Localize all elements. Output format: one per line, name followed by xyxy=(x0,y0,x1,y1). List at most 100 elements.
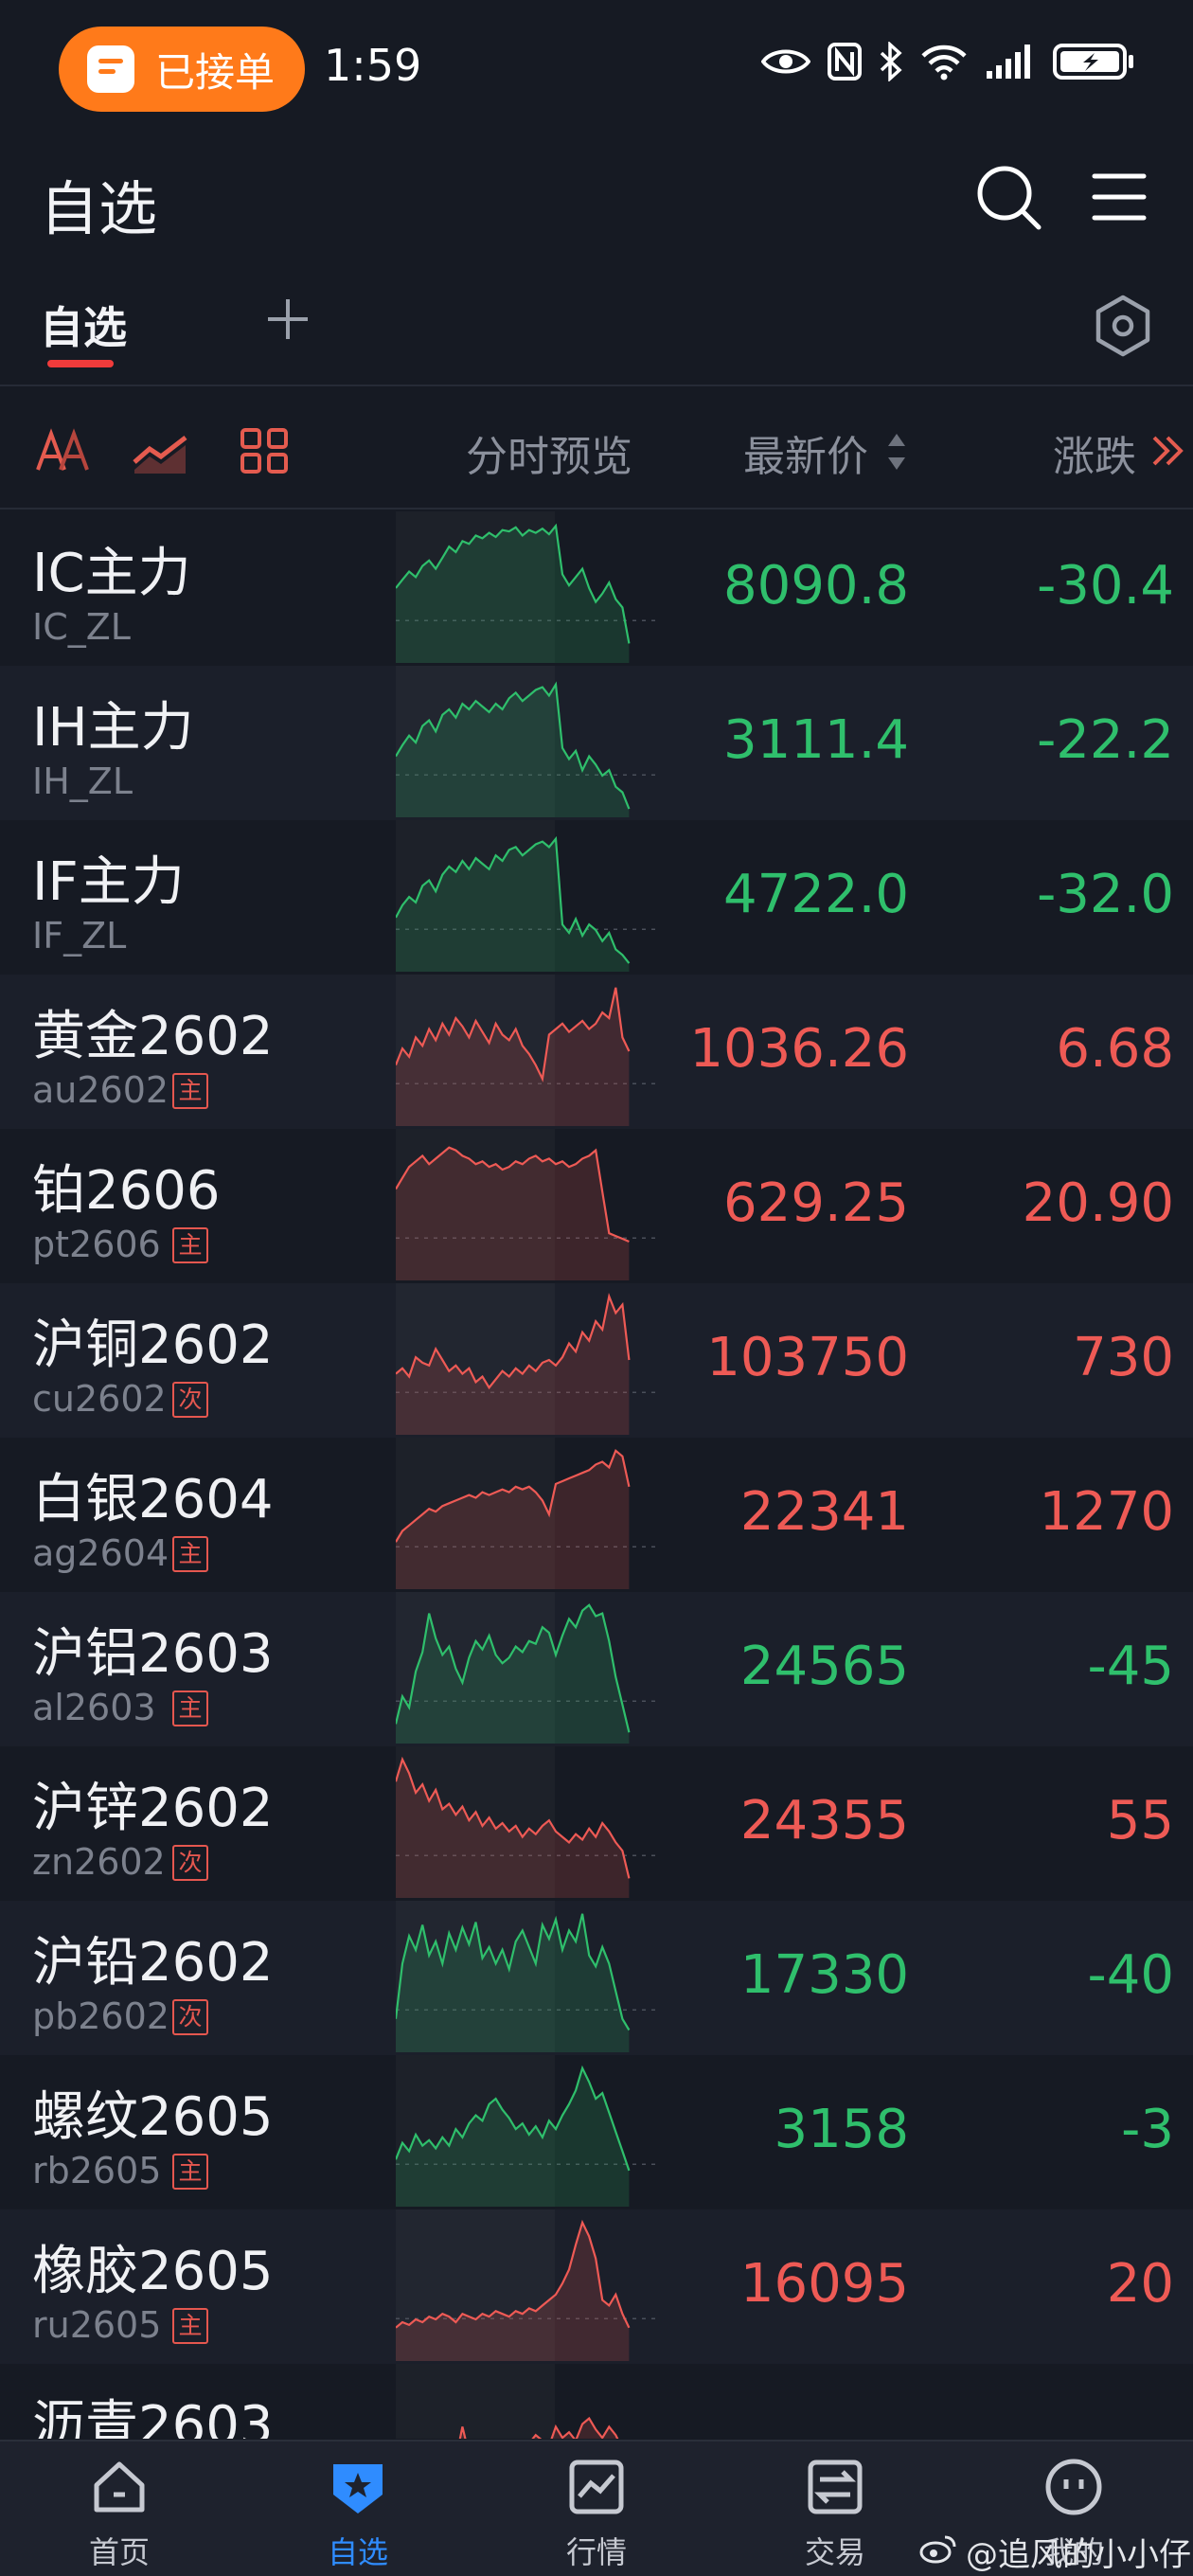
price-change: 730 xyxy=(1073,1327,1174,1388)
bluetooth-icon xyxy=(880,42,902,81)
intraday-sparkline xyxy=(396,523,661,663)
eye-icon xyxy=(761,49,810,74)
watchlist-row[interactable]: 白银2604 ag2604 主 22341 1270 xyxy=(0,1438,1193,1592)
nav-trade-label: 交易 xyxy=(804,2534,865,2570)
trade-swap-icon xyxy=(808,2460,863,2514)
intraday-sparkline xyxy=(396,1146,661,1280)
contract-name: 沪铜2602 xyxy=(32,1315,274,1376)
contract-code: IC_ZL xyxy=(32,606,131,648)
contract-name: IH主力 xyxy=(32,697,194,759)
contract-code: zn2602 xyxy=(32,1841,166,1883)
contract-tag-badge: 主 xyxy=(172,2154,208,2190)
wifi-icon xyxy=(921,45,967,80)
watchlist-row[interactable]: 沪锌2602 zn2602 次 24355 55 xyxy=(0,1746,1193,1901)
tab-active-indicator xyxy=(47,360,114,367)
watchlist-row[interactable]: 铂2606 pt2606 主 629.25 20.90 xyxy=(0,1129,1193,1283)
watchlist-row[interactable]: 沥青2603 xyxy=(0,2364,1193,2439)
intraday-sparkline xyxy=(396,1448,661,1589)
watchlist-row[interactable]: 橡胶2605 ru2605 主 16095 20 xyxy=(0,2209,1193,2364)
contract-tag-badge: 主 xyxy=(172,1536,208,1572)
watchlist-row[interactable]: IC主力 IC_ZL 8090.8 -30.4 xyxy=(0,511,1193,666)
last-price: 8090.8 xyxy=(723,555,909,617)
price-change: -40 xyxy=(1087,1944,1174,2006)
contract-name: IF主力 xyxy=(32,851,185,913)
watchlist-tabs: 自选 xyxy=(0,256,1193,386)
contract-code: al2603 xyxy=(32,1687,156,1728)
intraday-sparkline xyxy=(396,835,661,972)
watchlist-row[interactable]: 沪铝2603 al2603 主 24565 -45 xyxy=(0,1592,1193,1746)
contract-tag-badge: 主 xyxy=(172,2308,208,2344)
watchlist-row[interactable]: 螺纹2605 rb2605 主 3158 -3 xyxy=(0,2055,1193,2209)
contract-name: 沥青2603 xyxy=(32,2395,274,2439)
watchlist-row[interactable]: 沪铅2602 pb2602 次 17330 -40 xyxy=(0,1901,1193,2055)
contract-tag-badge: 次 xyxy=(172,1845,208,1881)
intraday-sparkline xyxy=(396,2065,661,2207)
chart-mode-icon[interactable] xyxy=(131,422,191,479)
price-change: -22.2 xyxy=(1037,709,1174,771)
watchlist-row[interactable]: 沪铜2602 cu2602 次 103750 730 xyxy=(0,1283,1193,1438)
last-price: 22341 xyxy=(739,1481,909,1543)
last-price: 24565 xyxy=(739,1636,909,1697)
price-change: -30.4 xyxy=(1037,555,1174,617)
weibo-icon xyxy=(919,2535,956,2564)
price-change: 1270 xyxy=(1039,1481,1174,1543)
contract-tag-badge: 主 xyxy=(172,1690,208,1726)
nfc-icon xyxy=(828,43,862,80)
contract-name: 沪锌2602 xyxy=(32,1778,274,1839)
add-tab-icon[interactable] xyxy=(260,292,315,347)
app-root: 已接单 1:59 自选 自选 分时预览 最新价 涨跌 IC主力 IC_ZL 80… xyxy=(0,0,1193,2576)
price-change: 20 xyxy=(1106,2253,1174,2315)
search-icon[interactable] xyxy=(970,159,1046,235)
status-icons xyxy=(761,42,1134,81)
intraday-sparkline xyxy=(396,1292,661,1435)
column-change-label[interactable]: 涨跌 xyxy=(1053,422,1136,483)
contract-name: 白银2604 xyxy=(32,1469,274,1530)
last-price: 3111.4 xyxy=(723,709,909,771)
home-icon xyxy=(94,2461,145,2513)
settings-hexagon-icon[interactable] xyxy=(1089,292,1157,360)
sort-arrows-icon[interactable] xyxy=(885,428,908,475)
contract-tag-badge: 次 xyxy=(172,1382,208,1418)
nav-market[interactable]: 行情 xyxy=(502,2442,691,2576)
column-preview-label: 分时预览 xyxy=(466,433,632,481)
nav-home-label: 首页 xyxy=(88,2534,150,2570)
nav-watchlist-label: 自选 xyxy=(327,2534,388,2570)
price-change: 20.90 xyxy=(1022,1172,1174,1234)
contract-code: ag2604 xyxy=(32,1532,169,1574)
tab-watchlist[interactable]: 自选 xyxy=(40,294,127,356)
menu-icon[interactable] xyxy=(1081,159,1157,235)
contract-name: 铂2606 xyxy=(32,1160,221,1222)
last-price: 1036.26 xyxy=(689,1018,909,1080)
nav-market-label: 行情 xyxy=(565,2534,627,2570)
nav-watchlist[interactable]: 自选 xyxy=(263,2442,453,2576)
last-price: 3158 xyxy=(774,2099,909,2160)
contract-code: pt2606 xyxy=(32,1224,161,1265)
watermark: @追风的小小仔 xyxy=(966,2536,1191,2574)
status-clock: 1:59 xyxy=(324,40,422,91)
page-title: 自选 xyxy=(40,174,158,243)
column-price-label[interactable]: 最新价 xyxy=(743,422,868,483)
nav-trade[interactable]: 交易 xyxy=(740,2442,930,2576)
watchlist-row[interactable]: 黄金2602 au2602 主 1036.26 6.68 xyxy=(0,975,1193,1129)
double-chevron-right-icon[interactable] xyxy=(1150,432,1188,470)
watchlist-row[interactable]: IF主力 IF_ZL 4722.0 -32.0 xyxy=(0,820,1193,975)
last-price: 103750 xyxy=(706,1327,909,1388)
intraday-sparkline xyxy=(396,681,661,817)
price-change: -45 xyxy=(1087,1636,1174,1697)
grid-view-icon[interactable] xyxy=(237,422,294,479)
profile-face-icon xyxy=(1045,2459,1102,2515)
order-status-pill[interactable]: 已接单 xyxy=(59,27,305,112)
last-price: 16095 xyxy=(739,2253,909,2315)
contract-name: IC主力 xyxy=(32,543,191,604)
contract-name: 沪铝2603 xyxy=(32,1623,274,1685)
nav-home[interactable]: 首页 xyxy=(25,2442,214,2576)
contract-code: rb2605 xyxy=(32,2150,162,2191)
price-change: -32.0 xyxy=(1037,864,1174,925)
contract-name: 沪铅2602 xyxy=(32,1932,274,1994)
last-price: 24355 xyxy=(739,1790,909,1852)
watchlist-row[interactable]: IH主力 IH_ZL 3111.4 -22.2 xyxy=(0,666,1193,820)
intraday-sparkline xyxy=(458,2416,619,2439)
font-size-icon[interactable] xyxy=(34,422,95,479)
contract-code: cu2602 xyxy=(32,1378,167,1420)
intraday-sparkline xyxy=(396,1603,661,1744)
